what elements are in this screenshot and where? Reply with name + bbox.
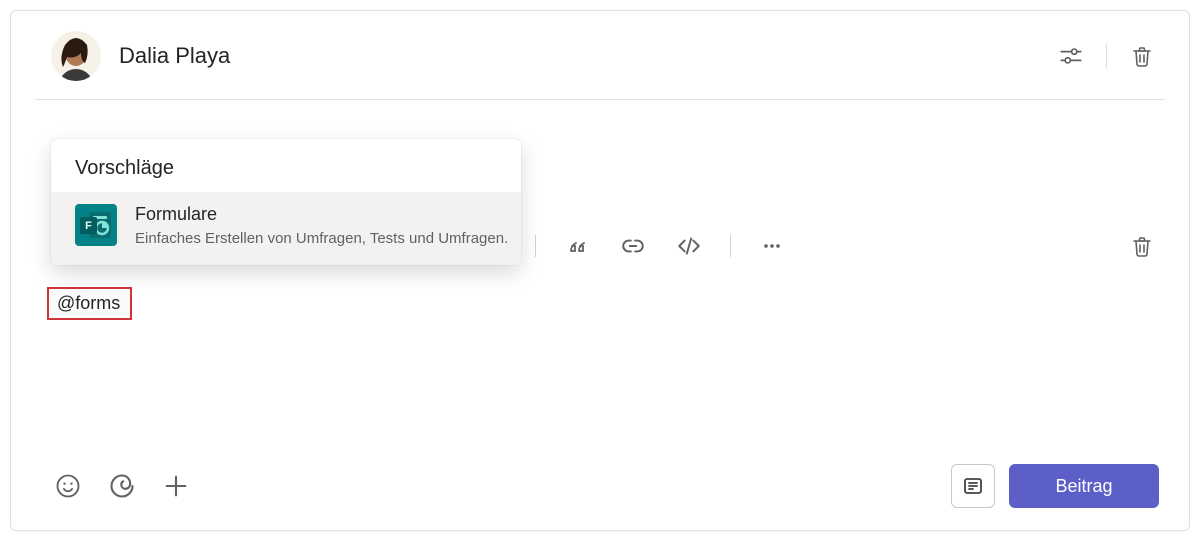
loop-component-icon[interactable] bbox=[105, 469, 139, 503]
plus-icon[interactable] bbox=[159, 469, 193, 503]
divider bbox=[1106, 43, 1107, 69]
author-block: Dalia Playa bbox=[51, 31, 230, 81]
header-divider bbox=[35, 99, 1165, 100]
trash-icon[interactable] bbox=[1125, 229, 1159, 263]
post-button-label: Beitrag bbox=[1055, 476, 1112, 497]
suggestion-description: Einfaches Erstellen von Umfragen, Tests … bbox=[135, 230, 499, 247]
more-icon[interactable] bbox=[755, 229, 789, 263]
svg-text:F: F bbox=[85, 220, 92, 232]
post-button[interactable]: Beitrag bbox=[1009, 464, 1159, 508]
link-icon[interactable] bbox=[616, 229, 650, 263]
trash-icon[interactable] bbox=[1125, 39, 1159, 73]
mention-input-text[interactable]: @forms bbox=[47, 287, 132, 320]
forms-app-icon: F bbox=[75, 204, 117, 246]
suggestions-title: Vorschläge bbox=[51, 139, 521, 192]
divider bbox=[535, 235, 536, 257]
compose-footer: Beitrag bbox=[51, 464, 1159, 508]
quote-icon[interactable] bbox=[560, 229, 594, 263]
compose-card: Dalia Playa bbox=[10, 10, 1190, 531]
emoji-icon[interactable] bbox=[51, 469, 85, 503]
mention-suggestions-popup: Vorschläge F Formulare Einfaches Erstell… bbox=[51, 139, 521, 265]
suggestion-name: Formulare bbox=[135, 204, 499, 226]
divider bbox=[730, 235, 731, 257]
suggestion-item-forms[interactable]: F Formulare Einfaches Erstellen von Umfr… bbox=[51, 192, 521, 265]
code-icon[interactable] bbox=[672, 229, 706, 263]
header-actions bbox=[1054, 39, 1159, 73]
author-name: Dalia Playa bbox=[119, 43, 230, 69]
compose-options-icon[interactable] bbox=[951, 464, 995, 508]
avatar[interactable] bbox=[51, 31, 101, 81]
settings-sliders-icon[interactable] bbox=[1054, 39, 1088, 73]
compose-header: Dalia Playa bbox=[11, 11, 1189, 99]
